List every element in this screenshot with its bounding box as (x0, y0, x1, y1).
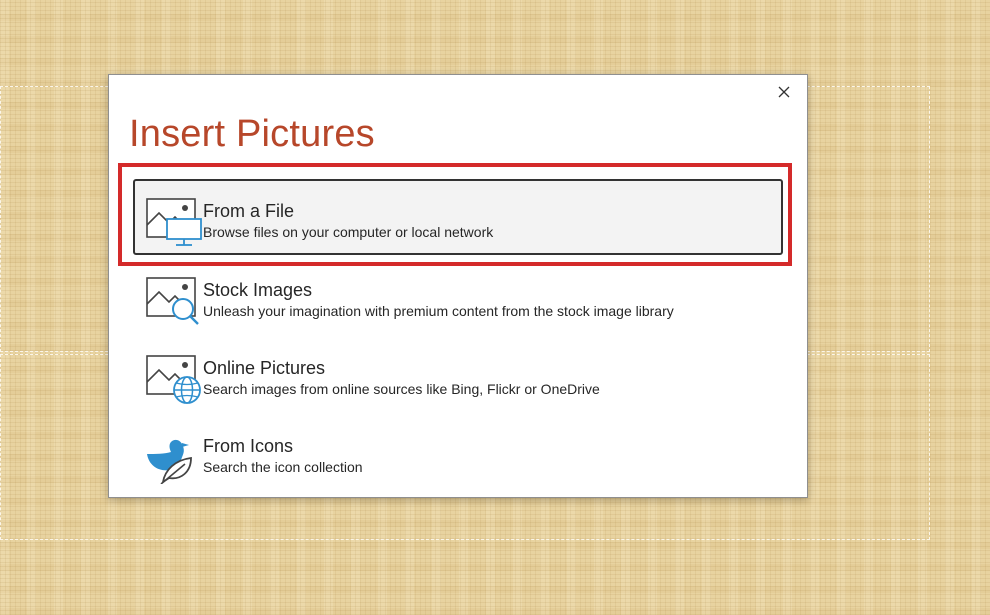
picture-globe-icon (146, 355, 201, 404)
stock-images-option[interactable]: Stock Images Unleash your imagination wi… (133, 258, 783, 334)
option-label: From a File (203, 201, 295, 221)
online-pictures-option[interactable]: Online Pictures Search images from onlin… (133, 336, 783, 412)
from-icons-option[interactable]: From Icons Search the icon collection (133, 414, 783, 490)
option-description: Unleash your imagination with premium co… (203, 303, 674, 319)
duck-leaf-icon (147, 439, 192, 484)
option-description: Search the icon collection (203, 459, 363, 475)
picture-monitor-icon (146, 198, 202, 246)
option-label: Stock Images (203, 280, 313, 300)
picture-search-icon (146, 277, 199, 325)
close-icon (778, 86, 790, 98)
close-button[interactable] (773, 81, 795, 103)
insert-pictures-dialog: Insert Pictures From a File Browse files… (108, 74, 808, 498)
option-description: Search images from online sources like B… (203, 381, 600, 397)
from-a-file-option[interactable]: From a File Browse files on your compute… (133, 179, 783, 255)
dialog-title: Insert Pictures (129, 113, 375, 155)
option-description: Browse files on your computer or local n… (203, 224, 494, 240)
option-label: From Icons (203, 436, 294, 456)
option-label: Online Pictures (203, 358, 326, 378)
